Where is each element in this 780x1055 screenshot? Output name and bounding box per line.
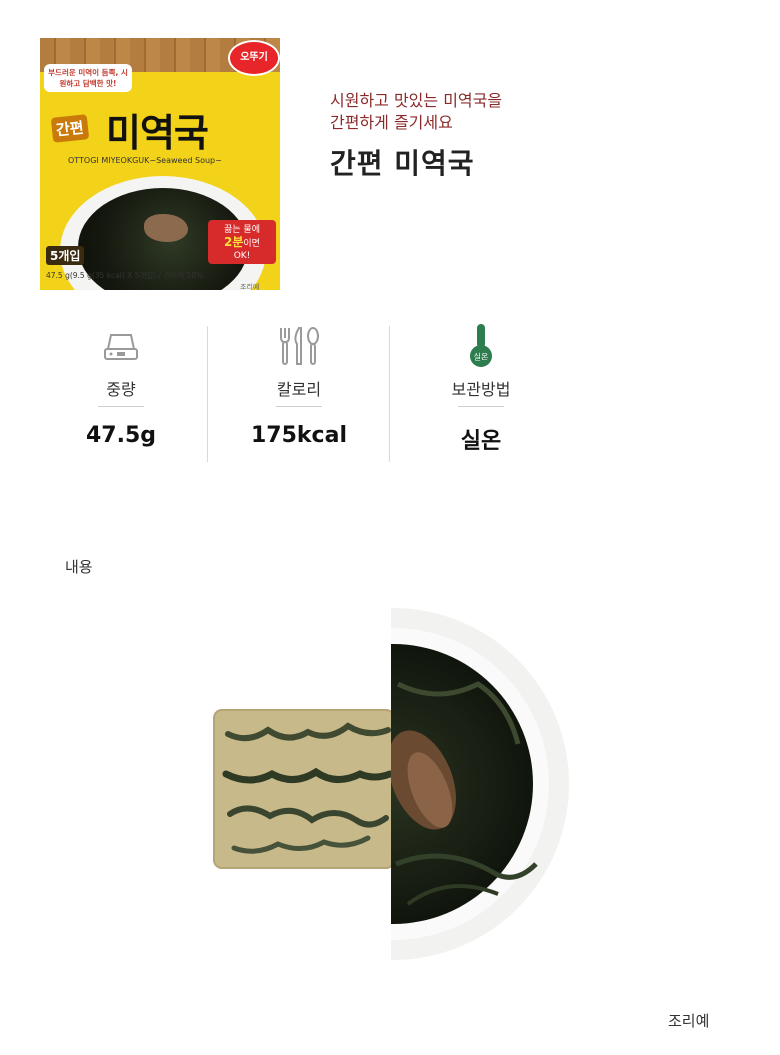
package-count: 5개입 xyxy=(46,246,85,265)
badge-line2: 2분이면 xyxy=(224,235,260,249)
info-rule xyxy=(98,406,144,407)
product-package-image: 오뚜기 부드러운 미역이 듬뿍, 시원하고 담백한 맛! 간편 미역국 OTTO… xyxy=(40,38,280,290)
product-title: 간편 미역국 xyxy=(330,147,475,180)
thermometer-icon: 실온 xyxy=(390,322,572,368)
package-tagline: 부드러운 미역이 듬뿍, 시원하고 담백한 맛! xyxy=(44,64,132,92)
info-calories: 칼로리 175kcal xyxy=(208,322,390,448)
brand-logo: 오뚜기 xyxy=(228,40,280,76)
info-calories-label: 칼로리 xyxy=(276,380,322,399)
info-weight-value: 47.5g xyxy=(85,423,157,448)
package-badge-prefix: 간편 xyxy=(50,114,89,143)
package-serving-note: 조리예 xyxy=(240,283,260,290)
section-label-contents: 내용 xyxy=(65,558,93,576)
info-weight-label: 중량 xyxy=(106,380,136,399)
product-subtitle: 시원하고 맛있는 미역국을 간편하게 즐기세요 xyxy=(330,91,503,132)
thermometer-icon-text: 실온 xyxy=(474,352,489,362)
info-calories-value: 175kcal xyxy=(251,423,347,448)
package-romanized-name: OTTOGI MIYEOKGUK−Seaweed Soup− xyxy=(68,156,222,165)
freeze-dried-block xyxy=(213,709,395,869)
info-storage: 실온 보관방법 실온 xyxy=(390,322,572,455)
badge-line3: OK! xyxy=(233,251,251,261)
info-rule xyxy=(458,406,504,407)
contents-photo xyxy=(208,604,572,964)
cooking-time-badge: 끓는 물에 2분이면 OK! xyxy=(208,220,276,264)
package-weight: 47.5 g(9.5 g(35 kcal) X 5개입) / 건미역 10% xyxy=(46,271,204,280)
info-storage-value: 실온 xyxy=(460,429,502,454)
utensils-icon xyxy=(208,322,390,368)
info-weight: 중량 47.5g xyxy=(30,322,212,448)
photo-caption: 조리예 xyxy=(668,1012,710,1030)
scale-icon xyxy=(30,322,212,368)
info-storage-label: 보관방법 xyxy=(451,380,511,399)
package-product-name: 미역국 xyxy=(106,111,209,155)
beef-piece xyxy=(144,214,188,242)
info-rule xyxy=(276,406,322,407)
